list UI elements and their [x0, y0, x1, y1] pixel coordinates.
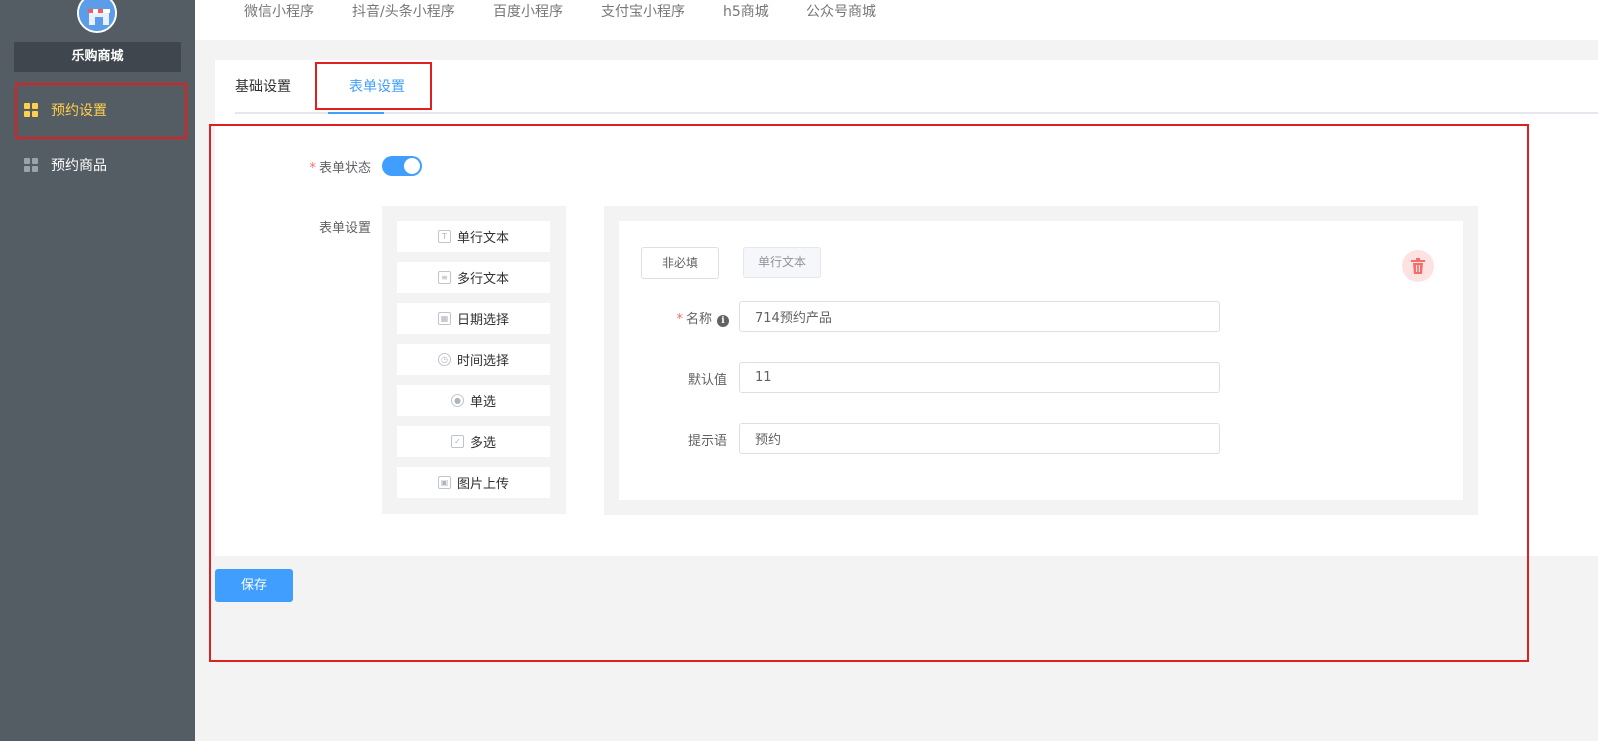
form-status-switch[interactable] [382, 156, 422, 176]
shop-logo-icon [77, 0, 117, 33]
palette-item-single-line-text[interactable]: T 单行文本 [397, 221, 550, 252]
checkbox-icon: ✓ [450, 435, 464, 448]
field-name-label: * 名称 i [649, 308, 729, 327]
switch-knob [404, 158, 420, 174]
active-tab-indicator [328, 112, 384, 114]
tab-basic-settings[interactable]: 基础设置 [235, 60, 291, 114]
delete-field-button[interactable] [1402, 250, 1434, 282]
form-status-label: * 表单状态 [309, 161, 371, 176]
save-button[interactable]: 保存 [215, 569, 293, 602]
default-value-label: 默认值 [687, 373, 727, 388]
palette-item-date-picker[interactable]: ▦ 日期选择 [397, 303, 550, 334]
tab-form-settings[interactable]: 表单设置 [349, 60, 405, 114]
field-palette: T 单行文本 ≡ 多行文本 ▦ 日期选择 ◷ 时间选择 ● 单选 ✓ 多选 ▣ 图片上传 [382, 206, 566, 514]
field-editor-panel: 非必填 单行文本 *名称i 默认值 提示语 [619, 221, 1463, 500]
image-icon: ▣ [437, 476, 451, 489]
text-icon: T [437, 230, 451, 243]
palette-item-radio[interactable]: ● 单选 [397, 385, 550, 416]
platform-tab-douyin[interactable]: 抖音/头条小程序 [352, 0, 455, 24]
platform-tab-alipay[interactable]: 支付宝小程序 [601, 0, 685, 24]
platform-tab-baidu[interactable]: 百度小程序 [493, 0, 563, 24]
default-value-input[interactable] [739, 362, 1220, 393]
palette-item-image-upload[interactable]: ▣ 图片上传 [397, 467, 550, 498]
form-settings-label: 表单设置 [318, 221, 371, 236]
sidebar: 乐购商城 预约设置 预约商品 [0, 0, 195, 741]
platform-tab-wechat[interactable]: 微信小程序 [244, 0, 314, 24]
field-name-input[interactable] [739, 301, 1220, 332]
form-settings-card: 基础设置 表单设置 * 表单状态 表单设置 T 单行文本 ≡ 多行文本 ▦ 日期选择 ◷… [215, 60, 1598, 556]
calendar-icon: ▦ [437, 312, 451, 325]
palette-item-multi-line-text[interactable]: ≡ 多行文本 [397, 262, 550, 293]
trash-icon [1411, 258, 1425, 274]
textarea-icon: ≡ [437, 271, 451, 284]
clock-icon: ◷ [437, 353, 451, 366]
sidebar-item-booking-settings[interactable]: 预约设置 [0, 84, 195, 136]
sidebar-item-label: 预约设置 [51, 103, 107, 119]
sidebar-item-booking-products[interactable]: 预约商品 [0, 139, 195, 191]
palette-item-time-picker[interactable]: ◷ 时间选择 [397, 344, 550, 375]
shop-name: 乐购商城 [14, 42, 181, 72]
palette-item-checkbox[interactable]: ✓ 多选 [397, 426, 550, 457]
hint-label: 提示语 [687, 434, 727, 449]
platform-tabs: 微信小程序 抖音/头条小程序 百度小程序 支付宝小程序 h5商城 公众号商城 [195, 0, 1598, 40]
info-icon[interactable]: i [717, 315, 729, 327]
field-type-button[interactable]: 单行文本 [743, 247, 821, 278]
required-toggle-button[interactable]: 非必填 [641, 247, 719, 279]
radio-icon: ● [450, 394, 464, 407]
field-editor: 非必填 单行文本 *名称i 默认值 提示语 [604, 206, 1478, 515]
sidebar-item-label: 预约商品 [51, 158, 107, 174]
platform-tab-official-account[interactable]: 公众号商城 [806, 0, 876, 24]
grid-icon [24, 158, 38, 172]
grid-icon [24, 103, 38, 117]
settings-tabs: 基础设置 表单设置 [235, 60, 1598, 114]
platform-tab-h5[interactable]: h5商城 [723, 0, 769, 24]
hint-input[interactable] [739, 423, 1220, 454]
